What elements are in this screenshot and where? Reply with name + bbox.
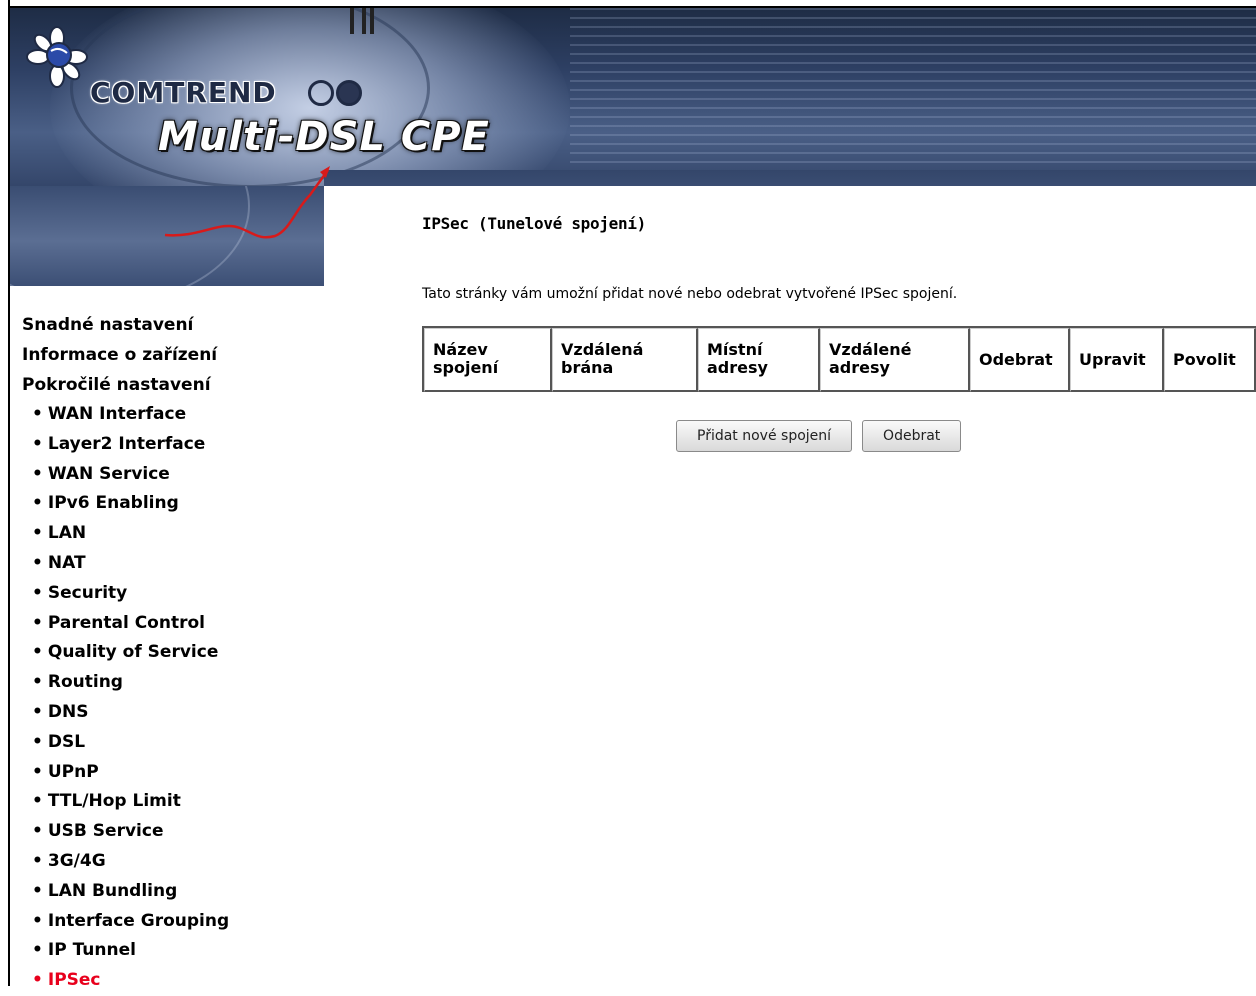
bullet-icon: • — [32, 821, 43, 842]
nav-item-security[interactable]: • Security — [22, 579, 322, 609]
bullet-icon: • — [32, 552, 43, 573]
col-enable: Povolit — [1164, 328, 1256, 392]
nav-item-ipv6-enabling[interactable]: • IPv6 Enabling — [22, 489, 322, 519]
bullet-icon: • — [32, 850, 43, 871]
remove-button[interactable]: Odebrat — [862, 420, 962, 452]
bullet-icon: • — [32, 404, 43, 424]
red-arrow-icon — [164, 166, 330, 239]
bullet-icon: • — [32, 582, 43, 603]
bullet-icon: • — [32, 523, 43, 544]
bullet-icon: • — [32, 791, 43, 812]
table-header-row: Název spojení Vzdálená brána Místní adre… — [424, 328, 1256, 392]
nav-advanced-setup[interactable]: Pokročilé nastavení — [22, 370, 322, 400]
nav-item-ipsec[interactable]: • IPSec — [22, 966, 322, 996]
nav-item-dns[interactable]: • DNS — [22, 698, 322, 728]
bullet-icon: • — [32, 970, 43, 991]
nav-item-lan-bundling[interactable]: • LAN Bundling — [22, 877, 322, 907]
comtrend-logo-icon — [26, 26, 88, 88]
sidebar-nav: Snadné nastavení Informace o zařízení Po… — [22, 310, 322, 996]
nav-item-ip-tunnel[interactable]: • IP Tunnel — [22, 936, 322, 966]
bullet-icon: • — [32, 493, 43, 514]
bullet-icon: • — [32, 731, 43, 752]
ipsec-table: Název spojení Vzdálená brána Místní adre… — [422, 326, 1256, 392]
col-remote-addresses: Vzdálené adresy — [820, 328, 970, 392]
nav-item-wan-service[interactable]: • WAN Service — [22, 460, 322, 490]
add-connection-button[interactable]: Přidat nové spojení — [676, 420, 853, 452]
bullet-icon: • — [32, 463, 43, 484]
action-buttons: Přidat nové spojení Odebrat — [676, 420, 962, 452]
nav-item-nat[interactable]: • NAT — [22, 549, 322, 579]
page-title: IPSec (Tunelové spojení) — [422, 214, 646, 233]
nav-device-info[interactable]: Informace o zařízení — [22, 340, 322, 370]
col-local-addresses: Místní adresy — [698, 328, 820, 392]
nav-item-dsl[interactable]: • DSL — [22, 728, 322, 758]
nav-item-usb-service[interactable]: • USB Service — [22, 817, 322, 847]
nav-item-routing[interactable]: • Routing — [22, 668, 322, 698]
brand-dots-icon — [308, 80, 364, 106]
bullet-icon: • — [32, 940, 43, 961]
bullet-icon: • — [32, 701, 43, 722]
bullet-icon: • — [32, 761, 43, 782]
nav-easy-setup[interactable]: Snadné nastavení — [22, 310, 322, 340]
brand-name: COMTREND — [90, 76, 277, 109]
nav-item-upnp[interactable]: • UPnP — [22, 758, 322, 788]
nav-item-lan[interactable]: • LAN — [22, 519, 322, 549]
col-connection-name: Název spojení — [424, 328, 552, 392]
nav-item-parental-control[interactable]: • Parental Control — [22, 609, 322, 639]
bullet-icon: • — [32, 880, 43, 901]
bullet-icon: • — [32, 910, 43, 931]
nav-item-ttl-hop-limit[interactable]: • TTL/Hop Limit — [22, 787, 322, 817]
main-content: IPSec (Tunelové spojení) Tato stránky vá… — [422, 214, 1256, 452]
bullet-icon: • — [32, 612, 43, 633]
nav-item-layer2-interface[interactable]: • Layer2 Interface — [22, 430, 322, 460]
col-remove: Odebrat — [970, 328, 1070, 392]
bullet-icon: • — [32, 642, 43, 663]
col-edit: Upravit — [1070, 328, 1164, 392]
nav-item-wan-interface[interactable]: • WAN Interface — [22, 400, 322, 430]
col-remote-gateway: Vzdálená brána — [552, 328, 698, 392]
bullet-icon: • — [32, 433, 43, 454]
nav-item-interface-grouping[interactable]: • Interface Grouping — [22, 907, 322, 937]
nav-item-3g-4g[interactable]: • 3G/4G — [22, 847, 322, 877]
page-description: Tato stránky vám umožní přidat nové nebo… — [422, 286, 958, 302]
bullet-icon: • — [32, 672, 43, 693]
nav-item-quality-of-service[interactable]: • Quality of Service — [22, 638, 322, 668]
